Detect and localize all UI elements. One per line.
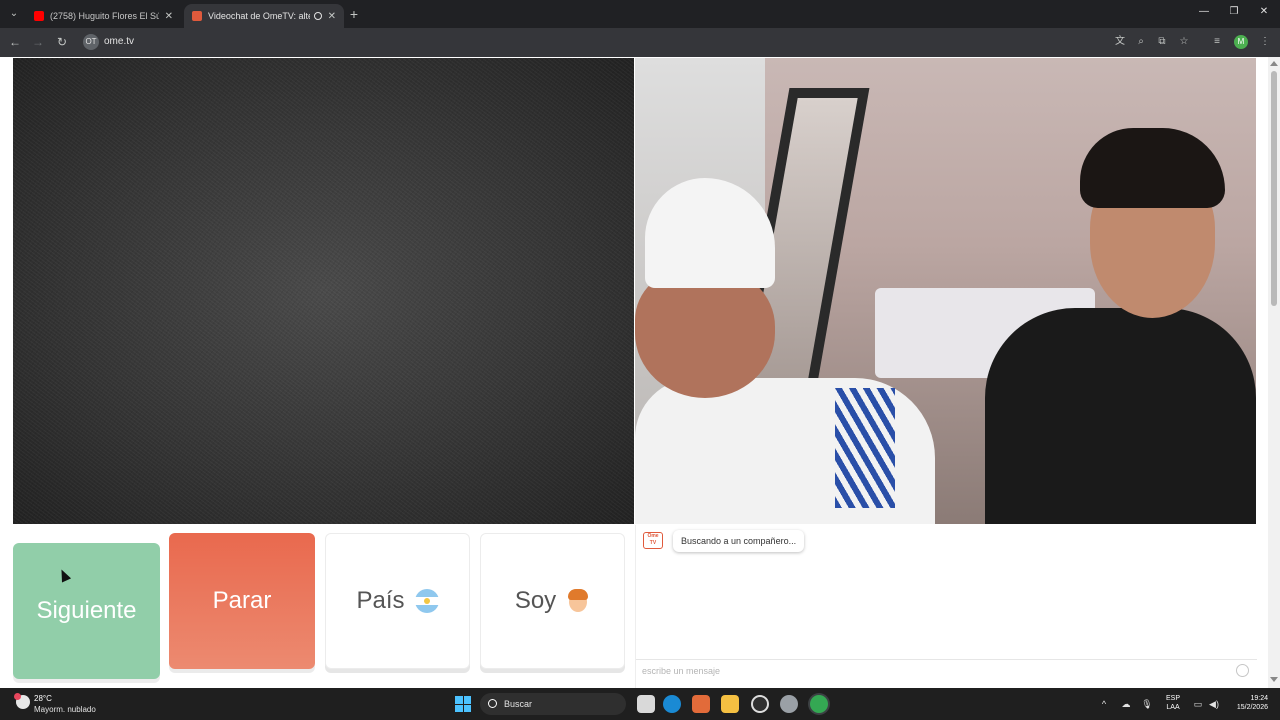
close-icon[interactable]: ✕ (328, 11, 336, 22)
arrow-right-icon[interactable]: → (30, 34, 46, 50)
message-input[interactable] (642, 663, 1222, 679)
close-window-icon[interactable]: ✕ (1254, 6, 1274, 17)
weather-condition[interactable]: Mayorm. nublado (34, 705, 96, 714)
edge-icon[interactable] (663, 695, 681, 713)
chat-status-message: Buscando a un compañero... (673, 530, 805, 552)
stop-button-label: Parar (212, 587, 272, 614)
zoom-icon[interactable]: ⌕ (1134, 35, 1148, 49)
tab-youtube[interactable]: (2758) Huguito Flores El Súpe ✕ (26, 4, 181, 28)
windows-start-icon[interactable] (455, 696, 471, 712)
reload-icon[interactable]: ↻ (54, 34, 70, 50)
ometv-page: Siguiente Parar País Soy Ome TV Buscando… (0, 57, 1280, 688)
scroll-down-arrow-icon[interactable] (1270, 677, 1278, 682)
chrome-icon[interactable] (810, 695, 828, 713)
restore-icon[interactable]: ❐ (1224, 6, 1244, 17)
scroll-thumb[interactable] (1271, 71, 1277, 306)
tab-ometv[interactable]: Videochat de OmeTV: alter ✕ (184, 4, 344, 28)
search-icon (488, 699, 497, 708)
chat-input-bar (636, 659, 1257, 681)
plus-icon[interactable]: + (346, 6, 362, 22)
page-scrollbar[interactable] (1268, 57, 1280, 688)
minimize-icon[interactable]: — (1194, 6, 1214, 17)
address-bar[interactable]: OT ome.tv (80, 32, 1230, 52)
chevron-up-icon[interactable]: ^ (1098, 698, 1110, 710)
next-button[interactable]: Siguiente (13, 543, 160, 679)
url-text[interactable]: ome.tv (104, 36, 134, 47)
task-view-icon[interactable] (637, 695, 655, 713)
copilot-icon[interactable] (692, 695, 710, 713)
country-button-label: País (356, 587, 405, 614)
static-noise (13, 58, 634, 524)
microphone-icon[interactable]: 🎙 (1141, 698, 1153, 710)
boy-emoji-icon (566, 588, 590, 614)
video-person-left (635, 178, 935, 524)
site-info-chip[interactable]: OT (83, 34, 99, 50)
gender-button-label: Soy (514, 587, 557, 614)
weather-icon[interactable] (14, 693, 30, 709)
chevron-down-icon[interactable]: ⌄ (6, 6, 22, 22)
recording-icon (313, 12, 322, 20)
browser-tab-strip: ⌄ (2758) Huguito Flores El Súpe ✕ Videoc… (0, 0, 1280, 28)
language-layout: LAA (1166, 704, 1180, 711)
stop-button[interactable]: Parar (169, 533, 315, 669)
gender-button[interactable]: Soy (480, 533, 625, 669)
next-button-label: Siguiente (36, 597, 137, 624)
scroll-up-arrow-icon[interactable] (1270, 61, 1278, 66)
tab-title: (2758) Huguito Flores El Súpe (50, 11, 159, 21)
partner-video-static (13, 58, 634, 524)
translate-icon[interactable]: 文 (1113, 35, 1127, 49)
display-icon[interactable]: ▭ (1192, 698, 1204, 710)
settings-icon[interactable] (780, 695, 798, 713)
ometv-favicon-icon (192, 11, 202, 21)
taskbar-search[interactable]: Buscar (480, 693, 626, 715)
obs-icon[interactable] (751, 695, 769, 713)
arrow-left-icon[interactable]: ← (7, 34, 23, 50)
windows-taskbar: 28°C Mayorm. nublado Buscar ^ ☁ 🎙 ESP LA… (0, 688, 1280, 720)
star-icon[interactable]: ☆ (1177, 35, 1191, 49)
country-button[interactable]: País (325, 533, 470, 669)
volume-icon[interactable]: ◀) (1208, 698, 1220, 710)
browser-toolbar: ← → ↻ OT ome.tv 文 ⌕ ⧉ ☆ ≡ ⋮ (0, 28, 1280, 57)
install-icon[interactable]: ⧉ (1155, 35, 1169, 49)
clock-date: 15/2/2026 (1236, 704, 1268, 711)
chat-panel: Ome TV Buscando a un compañero... (635, 525, 1257, 688)
video-person-right (985, 128, 1256, 524)
clock-time: 19:24 (1250, 695, 1268, 702)
argentina-flag-icon (414, 589, 439, 613)
profile-avatar[interactable]: M (1234, 35, 1248, 49)
emoji-picker-icon[interactable] (1236, 664, 1249, 677)
self-camera-video (635, 58, 1256, 524)
language-code: ESP (1166, 695, 1181, 702)
weather-temperature[interactable]: 28°C (34, 694, 52, 703)
media-icon[interactable]: ≡ (1210, 35, 1224, 49)
ometv-logo-icon: Ome TV (643, 532, 663, 549)
close-icon[interactable]: ✕ (165, 11, 173, 22)
youtube-favicon-icon (34, 11, 44, 21)
network-cloud-icon[interactable]: ☁ (1120, 698, 1132, 710)
search-label: Buscar (504, 699, 533, 709)
taskbar-clock[interactable]: 19:24 15/2/2026 (1228, 694, 1268, 712)
file-explorer-icon[interactable] (721, 695, 739, 713)
kebab-menu-icon[interactable]: ⋮ (1258, 35, 1272, 49)
tab-title: Videochat de OmeTV: alter (208, 11, 310, 21)
language-indicator[interactable]: ESP LAA (1166, 694, 1180, 712)
